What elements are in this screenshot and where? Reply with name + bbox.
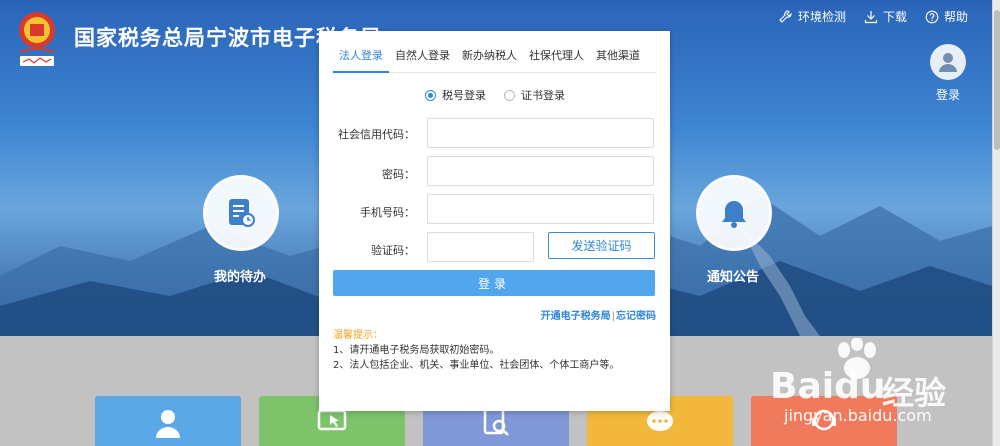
phone-input[interactable] [427, 194, 654, 224]
radio-tax-id-login[interactable]: 税号登录 [425, 87, 486, 103]
tip-line: 2、法人包括企业、机关、事业单位、社会团体、个体工商户等。 [333, 360, 620, 371]
todo-list-icon [229, 199, 255, 227]
notice-circle-button[interactable] [696, 175, 772, 251]
credit-code-label: 社会信用代码： [338, 128, 415, 141]
forgot-password-link[interactable]: 忘记密码 [616, 311, 656, 322]
person-icon [156, 410, 180, 438]
watermark-url: jingyan.baidu.com [784, 406, 932, 425]
todo-label[interactable]: 我的待办 [214, 266, 266, 285]
tip-line: 1、请开通电子税务局获取初始密码。 [333, 345, 500, 356]
watermark-brand: Baidu [770, 366, 886, 407]
tab-natural-person[interactable]: 自然人登录 [389, 31, 456, 73]
login-panel: 法人登录 自然人登录 新办纳税人 社保代理人 其他渠道 税号登录 证书登录 社会… [319, 31, 670, 411]
tab-legal-person[interactable]: 法人登录 [333, 31, 389, 73]
login-button[interactable]: 登录 [333, 270, 655, 296]
radio-checked-icon [425, 89, 436, 101]
baidu-jingyan-watermark: Baidu 经验 jingyan.baidu.com [770, 338, 985, 430]
password-label: 密码： [382, 168, 415, 181]
user-login-label: 登录 [935, 88, 960, 102]
radio-tax-id-label: 税号登录 [442, 89, 486, 102]
download-link[interactable]: 下载 [864, 8, 907, 25]
tab-social-agent[interactable]: 社保代理人 [523, 31, 590, 73]
bell-icon [722, 201, 746, 228]
user-icon [939, 53, 957, 72]
captcha-input[interactable] [427, 232, 534, 262]
env-check-link[interactable]: 环境检测 [779, 8, 846, 25]
password-input[interactable] [427, 156, 654, 186]
help-link[interactable]: 帮助 [925, 8, 968, 25]
radio-unchecked-icon [504, 89, 515, 101]
login-tabs: 法人登录 自然人登录 新办纳税人 社保代理人 其他渠道 [333, 31, 656, 73]
wrench-icon [779, 9, 792, 23]
send-code-button[interactable]: 发送验证码 [548, 232, 655, 259]
top-links: 环境检测 下载 帮助 [779, 8, 968, 25]
tips-block: 温馨提示： 1、请开通电子税务局获取初始密码。 2、法人包括企业、机关、事业单位… [333, 328, 619, 373]
todo-circle-button[interactable] [203, 175, 279, 251]
tax-emblem-logo [19, 12, 55, 66]
captcha-label: 验证码： [371, 244, 415, 257]
avatar [930, 44, 966, 80]
help-circle-icon [925, 10, 939, 23]
download-icon [864, 10, 878, 23]
tips-title: 温馨提示： [333, 330, 383, 341]
credit-code-input[interactable] [427, 118, 654, 148]
radio-cert-login[interactable]: 证书登录 [504, 87, 565, 103]
tab-other-channels[interactable]: 其他渠道 [590, 31, 646, 73]
link-separator: | [611, 311, 615, 322]
notice-label[interactable]: 通知公告 [707, 266, 759, 285]
help-label: 帮助 [943, 10, 968, 24]
page-scrollbar[interactable] [992, 0, 1000, 446]
tile-person[interactable] [95, 396, 241, 446]
phone-label: 手机号码： [360, 206, 415, 219]
login-user-button[interactable]: 登录 [928, 44, 968, 103]
open-e-tax-link[interactable]: 开通电子税务局 [541, 311, 611, 322]
radio-cert-label: 证书登录 [521, 89, 565, 102]
extra-links: 开通电子税务局|忘记密码 [541, 307, 656, 322]
scrollbar-thumb[interactable] [994, 10, 1000, 150]
download-label: 下载 [882, 10, 907, 24]
login-method-radios: 税号登录 证书登录 [425, 87, 565, 103]
env-check-label: 环境检测 [797, 10, 846, 24]
tab-new-taxpayer[interactable]: 新办纳税人 [456, 31, 523, 73]
